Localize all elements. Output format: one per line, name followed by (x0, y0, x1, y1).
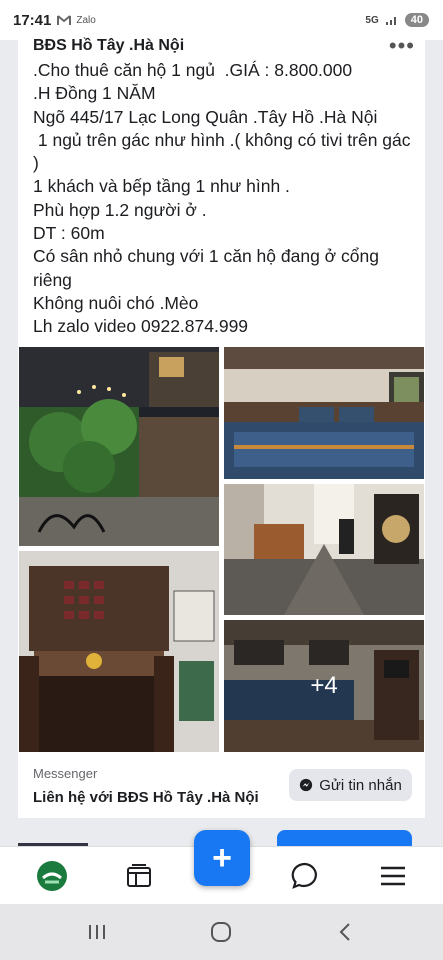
nav-home[interactable] (22, 847, 82, 905)
home-button[interactable] (191, 904, 251, 960)
post-line: .H Đồng 1 NĂM (33, 83, 156, 104)
menu-icon (381, 866, 405, 886)
post-card: BĐS Hồ Tây .Hà Nội ••• .Cho thuê căn hộ … (18, 28, 425, 818)
home-icon (37, 861, 67, 891)
post-header: BĐS Hồ Tây .Hà Nội ••• (33, 32, 415, 60)
send-message-label: Gửi tin nhắn (319, 776, 402, 794)
recent-apps-button[interactable] (67, 904, 127, 960)
network-type: 5G (365, 14, 379, 26)
more-photos-overlay[interactable]: +4 (224, 620, 424, 752)
post-line: 1 ngủ trên gác như hình .( không có tivi… (33, 129, 416, 174)
post-line: Có sân nhỏ chung với 1 căn hộ đang ở cổn… (33, 246, 384, 290)
messenger-icon (291, 862, 317, 889)
post-line: Không nuôi chó .Mèo (33, 292, 199, 313)
post-line: 1 khách và bếp tầng 1 như hình . (33, 176, 290, 197)
notification-icons: Zalo (57, 14, 96, 26)
post-line: Phù hợp 1.2 người ở . (33, 199, 207, 220)
gmail-icon (57, 14, 72, 25)
recent-apps-icon (89, 925, 105, 939)
nav-messenger[interactable] (275, 847, 335, 905)
nav-menu[interactable] (363, 847, 423, 905)
signal-icon (385, 17, 396, 25)
cta-source-label: Messenger (33, 766, 98, 781)
photo-dining-room[interactable] (19, 551, 219, 752)
nav-feeds[interactable] (109, 847, 169, 905)
create-post-button[interactable]: + (194, 830, 250, 886)
back-icon (339, 923, 350, 941)
back-button[interactable] (315, 904, 375, 960)
cta-title[interactable]: Liên hệ với BĐS Hồ Tây .Hà Nội (33, 789, 259, 806)
battery-level: 40 (404, 13, 429, 27)
post-line: Lh zalo video 0922.874.999 (33, 316, 249, 337)
photo-loft-bedroom[interactable] (224, 347, 424, 479)
photo-attic-bedroom[interactable]: +4 (224, 620, 424, 752)
send-message-button[interactable]: Gửi tin nhắn (289, 769, 412, 801)
post-line: .Cho thuê căn hộ 1 ngủ .GIÁ : 8.800.000 (33, 60, 353, 80)
post-line: Ngõ 445/17 Lạc Long Quân .Tây Hồ .Hà Nội (33, 106, 378, 127)
post-line: DT : 60m (33, 223, 105, 244)
feeds-icon (127, 864, 151, 887)
messenger-icon (300, 778, 313, 792)
zalo-icon: Zalo (76, 14, 96, 26)
page-name[interactable]: BĐS Hồ Tây .Hà Nội (33, 37, 184, 55)
more-options-icon[interactable]: ••• (389, 35, 415, 57)
more-photos-count: +4 (310, 672, 338, 699)
create-post-icon: + (212, 838, 232, 877)
photo-living-room[interactable] (224, 484, 424, 615)
home-circle-icon (211, 922, 231, 942)
photo-courtyard-night[interactable] (19, 347, 219, 546)
status-right: 5G 40 (365, 13, 429, 27)
system-nav (0, 904, 443, 960)
post-text: .Cho thuê căn hộ 1 ngủ .GIÁ : 8.800.000 … (33, 59, 418, 339)
status-time: 17:41 (13, 11, 52, 29)
